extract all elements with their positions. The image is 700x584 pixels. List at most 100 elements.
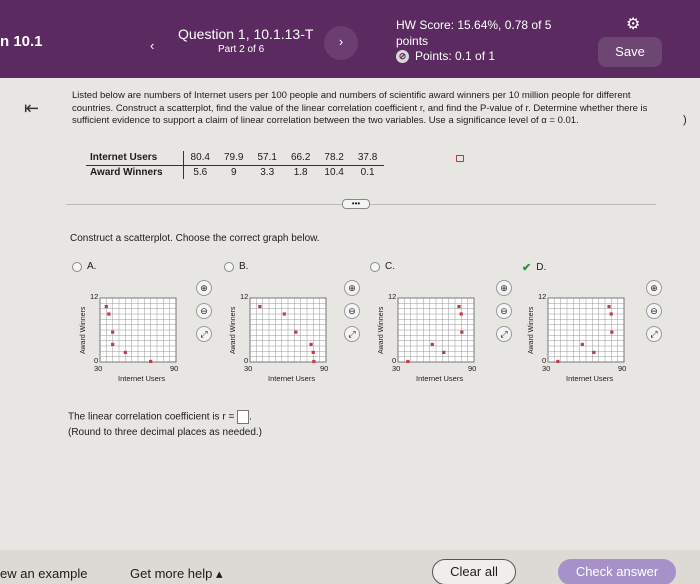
expand-icon[interactable]: ⤢ — [496, 326, 512, 342]
data-point — [592, 350, 596, 354]
y-max-tick-label: 12 — [538, 292, 547, 301]
x-max-tick-label: 90 — [320, 364, 329, 373]
zoom-out-icon[interactable]: ⊖ — [496, 303, 512, 319]
scatterplot-c[interactable]: 12 0 30 90 Award Winners Internet Users — [376, 286, 496, 386]
table-cell: 1.8 — [293, 166, 308, 178]
scatterplot-b[interactable]: 12 0 30 90 Award Winners Internet Users — [228, 286, 348, 386]
x-axis-label: Internet Users — [118, 374, 166, 383]
data-point — [111, 342, 115, 346]
data-point — [123, 350, 127, 354]
table-cell: 80.4 — [183, 151, 217, 166]
expand-more-button[interactable]: ••• — [342, 199, 370, 209]
gear-icon[interactable]: ⚙ — [626, 14, 640, 34]
graph-tools-b: ⊕ ⊖ ⤢ — [344, 280, 362, 349]
section-title: n 10.1 — [0, 33, 43, 50]
option-b[interactable]: B. — [224, 261, 248, 272]
hw-points-word: points — [396, 34, 429, 48]
table-cell: 9 — [230, 166, 237, 178]
correlation-prompt: The linear correlation coefficient is r … — [68, 410, 252, 424]
data-point — [309, 342, 313, 346]
data-point — [442, 350, 446, 354]
table-cell: 3.3 — [260, 166, 275, 178]
next-question-chevron-right-icon[interactable]: › — [324, 26, 358, 60]
data-point — [556, 359, 560, 364]
edge-paren: ) — [683, 114, 687, 126]
option-d[interactable]: ✔ D. — [522, 261, 546, 274]
get-more-help-link[interactable]: Get more help ▴ — [130, 566, 223, 582]
option-c[interactable]: C. — [370, 261, 395, 272]
zoom-in-icon[interactable]: ⊕ — [646, 280, 662, 296]
x-max-tick-label: 90 — [468, 364, 477, 373]
round-instruction: (Round to three decimal places as needed… — [68, 427, 263, 438]
graph-tools-d: ⊕ ⊖ ⤢ — [646, 280, 664, 349]
zoom-in-icon[interactable]: ⊕ — [496, 280, 512, 296]
zoom-out-icon[interactable]: ⊖ — [344, 303, 360, 319]
correlation-answer-input[interactable] — [237, 410, 250, 424]
copy-data-icon[interactable] — [456, 155, 464, 162]
x-min-tick-label: 30 — [392, 364, 401, 373]
table-cell: 10.4 — [324, 166, 344, 178]
correlation-text: The linear correlation coefficient is r … — [68, 411, 235, 423]
x-min-tick-label: 30 — [542, 364, 551, 373]
scatterplot-a[interactable]: 12 0 30 90 Award Winners Internet Users — [78, 286, 198, 386]
previous-question-chevron-left-icon[interactable]: ‹ — [150, 38, 154, 53]
hw-score: HW Score: 15.64%, 0.78 of 5 — [396, 18, 552, 32]
table-row: Award Winners 5.6 9 3.3 1.8 10.4 0.1 — [86, 165, 384, 179]
row-label: Award Winners — [86, 165, 184, 179]
radio-a[interactable] — [72, 261, 82, 272]
view-example-link[interactable]: ew an example — [0, 566, 87, 581]
data-point — [111, 330, 115, 334]
x-min-tick-label: 30 — [244, 364, 253, 373]
clear-all-button[interactable]: Clear all — [432, 559, 516, 584]
expand-icon[interactable]: ⤢ — [196, 326, 212, 342]
data-point — [580, 342, 584, 346]
radio-b[interactable] — [224, 261, 234, 272]
table-cell: 37.8 — [350, 151, 385, 166]
zoom-in-icon[interactable]: ⊕ — [196, 280, 212, 296]
zoom-out-icon[interactable]: ⊖ — [196, 303, 212, 319]
option-d-label: D. — [536, 262, 547, 273]
question-title: Question 1, 10.1.13-T — [178, 26, 314, 42]
data-point — [258, 304, 262, 309]
table-row: Internet Users 80.4 79.9 57.1 66.2 78.2 … — [86, 151, 385, 166]
expand-icon[interactable]: ⤢ — [344, 326, 360, 342]
data-point — [311, 350, 315, 354]
x-axis-label: Internet Users — [566, 374, 614, 383]
expand-icon[interactable]: ⤢ — [646, 326, 662, 342]
data-point — [107, 312, 111, 316]
checkmark-icon[interactable]: ✔ — [522, 261, 531, 274]
footer-bar: ew an example Get more help ▴ Clear all … — [0, 550, 700, 584]
graph-tools-c: ⊕ ⊖ ⤢ — [496, 280, 514, 349]
data-point — [149, 359, 153, 364]
option-c-label: C. — [385, 261, 395, 272]
save-button[interactable]: Save — [598, 37, 662, 67]
y-max-tick-label: 12 — [240, 292, 249, 301]
question-panel: ⇤ Listed below are numbers of Internet u… — [0, 78, 700, 550]
zoom-in-icon[interactable]: ⊕ — [344, 280, 360, 296]
question-intro: Listed below are numbers of Internet use… — [72, 90, 648, 126]
question-part: Part 2 of 6 — [218, 44, 265, 55]
y-axis-label: Award Winners — [80, 306, 87, 354]
y-axis-label: Award Winners — [528, 306, 535, 354]
radio-c[interactable] — [370, 261, 380, 272]
option-b-label: B. — [239, 261, 249, 272]
data-point — [312, 359, 316, 364]
data-point — [430, 342, 434, 346]
y-axis-label: Award Winners — [230, 306, 237, 354]
scatterplot-d[interactable]: 12 0 30 90 Award Winners Internet Users — [526, 286, 646, 386]
collapse-arrow-left-icon[interactable]: ⇤ — [24, 98, 39, 119]
y-axis-label: Award Winners — [378, 306, 385, 354]
table-cell: 66.2 — [283, 151, 318, 166]
data-point — [607, 304, 611, 309]
check-answer-button[interactable]: Check answer — [558, 559, 676, 584]
data-point — [406, 359, 410, 364]
zoom-out-icon[interactable]: ⊖ — [646, 303, 662, 319]
y-max-tick-label: 12 — [90, 292, 99, 301]
data-point — [282, 312, 286, 316]
table-cell: 78.2 — [317, 151, 351, 166]
points-text: Points: 0.1 of 1 — [415, 49, 496, 63]
data-point — [459, 312, 463, 316]
x-max-tick-label: 90 — [618, 364, 627, 373]
option-a[interactable]: A. — [72, 261, 96, 272]
table-cell: 79.9 — [217, 151, 251, 166]
